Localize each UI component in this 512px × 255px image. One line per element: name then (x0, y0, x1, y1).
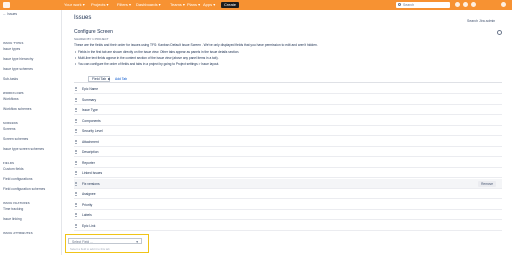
nav-menu-item[interactable]: Apps ▾ (203, 2, 215, 8)
notifications-icon[interactable] (455, 2, 460, 7)
select-field-placeholder: Select Field ... (72, 240, 93, 244)
app-switcher-icon[interactable] (3, 2, 10, 8)
search-admin-link[interactable]: Search Jira admin (467, 19, 495, 23)
nav-menu-item[interactable]: Teams ▾ (170, 2, 185, 8)
field-row[interactable]: Description (74, 147, 502, 157)
back-link[interactable]: ← Issues (3, 12, 17, 16)
field-name: Security Level (82, 129, 103, 133)
field-name: Reporter (82, 160, 95, 165)
drag-handle-icon[interactable] (75, 129, 77, 133)
field-row[interactable]: Attachment (74, 137, 502, 147)
info-bullet: You can configure the order of fields an… (75, 62, 219, 66)
search-icon (398, 3, 401, 6)
sidebar-item[interactable]: Issue type screen schemes (3, 147, 44, 151)
field-row[interactable]: Epic Link (74, 221, 502, 231)
drag-handle-icon[interactable] (75, 171, 77, 175)
nav-menu-item[interactable]: Your work ▾ (64, 2, 85, 8)
field-name: Linked Issues (82, 171, 103, 175)
screen-title: Configure Screen (74, 29, 113, 35)
field-name: Components (82, 118, 101, 123)
field-row[interactable]: Labels (74, 210, 502, 220)
field-name: Description (82, 150, 99, 154)
admin-sidebar: ← Issues ISSUE TYPES Issue types Issue typ… (0, 10, 62, 255)
sidebar-item[interactable]: Workflow schemes (3, 107, 31, 111)
select-field-dropdown[interactable]: Select Field ... ▾ (68, 238, 142, 244)
drag-handle-icon[interactable] (75, 118, 77, 123)
field-name: Epic Name (82, 87, 99, 91)
sidebar-item[interactable]: Issue linking (3, 217, 22, 221)
field-name: Summary (82, 97, 97, 102)
drag-handle-icon[interactable] (75, 223, 77, 228)
field-row[interactable]: Security Level (74, 126, 502, 136)
chevron-down-icon: ▾ (136, 240, 138, 244)
search-placeholder: Search (403, 3, 415, 7)
drag-handle-icon[interactable] (75, 160, 77, 165)
sidebar-item[interactable]: Screens (3, 127, 15, 131)
search-input[interactable]: Search (396, 2, 450, 8)
field-row[interactable]: Issue Type (74, 105, 502, 115)
sidebar-item[interactable]: Field configurations (3, 177, 32, 181)
sidebar-item[interactable]: Field configuration schemes (3, 187, 45, 191)
sidebar-item[interactable]: Issue types (3, 47, 20, 51)
field-row[interactable]: Priority (74, 200, 502, 210)
sidebar-item[interactable]: Issue type hierarchy (3, 57, 33, 61)
sidebar-item[interactable]: Issue type schemes (3, 67, 33, 71)
drag-handle-icon[interactable] (75, 192, 77, 196)
drag-handle-icon[interactable] (75, 97, 77, 102)
sidebar-section-heading: ISSUE ATTRIBUTES (3, 231, 33, 235)
sidebar-item[interactable]: Workflows (3, 97, 19, 101)
sidebar-item[interactable]: Sub-tasks (3, 77, 18, 81)
field-name: Attachment (82, 139, 99, 144)
info-bullet: Fields in the first tab are shown direct… (75, 50, 239, 54)
field-name: Labels (82, 213, 92, 217)
field-name: Assignee (82, 192, 96, 196)
sidebar-section-heading: ISSUE TYPES (3, 41, 24, 45)
sidebar-section-heading: ISSUE FEATURES (3, 201, 30, 205)
remove-field-button[interactable]: Remove (478, 180, 496, 187)
nav-menu-item[interactable]: Dashboards ▾ (136, 2, 161, 8)
sidebar-item[interactable]: Custom fields (3, 167, 24, 171)
field-row[interactable]: Assignee (74, 189, 502, 199)
avatar[interactable] (501, 2, 506, 7)
screen-description: These are the fields and their order for… (74, 43, 318, 47)
add-tab-link[interactable]: Add Tab (115, 77, 127, 81)
field-row[interactable]: Fix versions Remove (74, 178, 502, 189)
drag-handle-icon[interactable] (75, 139, 77, 144)
page-title: Issues (74, 15, 92, 21)
drag-handle-icon[interactable] (75, 202, 77, 207)
field-name: Epic Link (82, 223, 96, 228)
tab-divider (74, 82, 502, 83)
help-icon[interactable] (497, 30, 502, 35)
nav-menu-item[interactable]: Projects ▾ (91, 2, 109, 8)
drag-handle-icon[interactable] (75, 108, 77, 112)
select-field-hint: Select a field to add it to this tab (70, 247, 110, 251)
info-bullet: Multi-line text fields appear in the con… (75, 56, 219, 60)
sidebar-section-heading: SCREENS (3, 121, 18, 125)
settings-icon[interactable] (471, 2, 476, 7)
nav-menu-item[interactable]: Filters ▾ (117, 2, 131, 8)
sidebar-section-heading: FIELDS (3, 161, 15, 165)
sidebar-section-heading: WORKFLOWS (3, 91, 24, 95)
field-name: Fix versions (82, 181, 100, 186)
edit-icon[interactable] (108, 78, 110, 80)
field-name: Priority (82, 202, 93, 207)
sidebar-item[interactable]: Screen schemes (3, 137, 28, 141)
field-row[interactable]: Components (74, 116, 502, 126)
field-name: Issue Type (82, 108, 98, 112)
help-icon[interactable] (463, 2, 468, 7)
shared-by-projects[interactable]: SHARED BY 1 PROJECT (74, 37, 109, 41)
drag-handle-icon[interactable] (75, 213, 77, 217)
top-navigation-bar: Your work ▾ Projects ▾ Filters ▾ Dashboards… (0, 0, 512, 10)
add-field-panel: Select Field ... ▾ Select a field to add… (65, 234, 149, 253)
field-row[interactable]: Epic Name (74, 84, 502, 94)
sidebar-item[interactable]: Time tracking (3, 207, 23, 211)
nav-menu-item[interactable]: Plans ▾ (187, 2, 200, 8)
drag-handle-icon[interactable] (75, 150, 77, 154)
field-row[interactable]: Reporter (74, 158, 502, 168)
drag-handle-icon[interactable] (75, 181, 77, 186)
field-row[interactable]: Summary (74, 95, 502, 105)
field-row[interactable]: Linked Issues (74, 168, 502, 178)
create-button[interactable]: Create (221, 2, 240, 8)
drag-handle-icon[interactable] (75, 87, 77, 91)
